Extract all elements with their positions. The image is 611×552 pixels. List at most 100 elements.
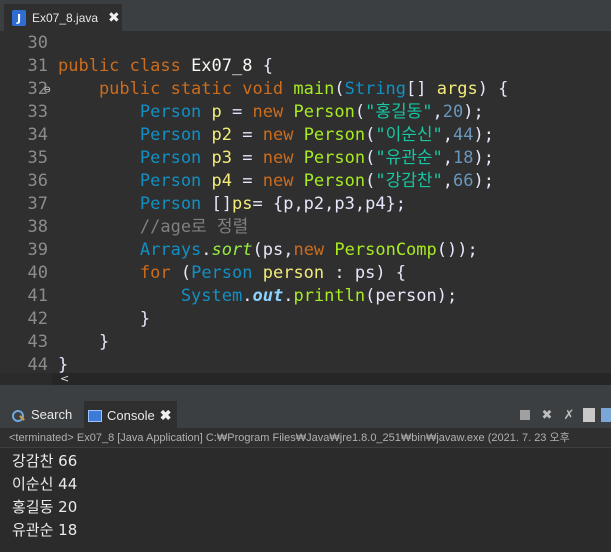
code-token: } <box>58 355 69 373</box>
line-number: 43 <box>27 332 48 352</box>
code-token: //age로 정렬 <box>58 217 249 237</box>
editor-tab-bar: J Ex07_8.java ✖ <box>0 0 611 32</box>
code-text: //age로 정렬 <box>58 216 248 239</box>
line-number: 37 <box>27 194 48 214</box>
code-text: Person p4 = new Person("강감찬",66); <box>58 170 494 193</box>
code-editor[interactable]: 30 31 public class Ex07_8 {32 ⊖ public stat… <box>0 32 611 373</box>
remove-all-terminated-icon[interactable]: ✗ <box>561 407 577 423</box>
console-output-line: 강감찬 66 <box>12 452 78 470</box>
code-token: } <box>58 332 110 352</box>
code-token: p <box>211 102 233 122</box>
code-line[interactable]: 39 Arrays.sort(ps,new PersonComp()); <box>6 239 611 262</box>
code-line[interactable]: 31 public class Ex07_8 { <box>6 55 611 78</box>
line-number: 30 <box>27 33 48 53</box>
code-text: public static void main(String[] args) { <box>58 78 508 101</box>
code-token: ( <box>365 125 376 145</box>
line-number: 32 <box>27 79 48 99</box>
pin-console-icon[interactable] <box>601 408 611 422</box>
code-text: Person p2 = new Person("이순신",44); <box>58 124 494 147</box>
tab-console[interactable]: Console ✖ <box>84 401 178 428</box>
code-token: , <box>442 148 453 168</box>
code-token: args <box>436 79 478 99</box>
code-token: 20 <box>442 102 464 122</box>
code-token: System <box>58 286 243 306</box>
code-token: Ex07_8 <box>191 56 263 76</box>
code-token: println <box>293 286 366 306</box>
code-line[interactable]: 32 ⊖ public static void main(String[] arg… <box>6 78 611 101</box>
horizontal-scrollbar[interactable] <box>52 373 611 385</box>
editor-tab-ex07-8[interactable]: J Ex07_8.java ✖ <box>4 4 122 32</box>
code-line[interactable]: 37 Person []ps= {p,p2,p3,p4}; <box>6 193 611 216</box>
remove-launch-icon[interactable]: ✖ <box>539 407 555 423</box>
code-line[interactable]: 44} <box>6 354 611 373</box>
console-output-line: 홍길동 20 <box>12 498 78 516</box>
code-token: Person <box>58 148 212 168</box>
code-line[interactable]: 36 Person p4 = new Person("강감찬",66); <box>6 170 611 193</box>
code-token: ); <box>473 148 494 168</box>
code-token: (person); <box>365 286 458 306</box>
close-icon[interactable]: ✖ <box>160 407 172 424</box>
code-token: , <box>442 171 453 191</box>
code-token: for <box>58 263 181 283</box>
code-line[interactable]: 35 Person p3 = new Person("유관순",18); <box>6 147 611 170</box>
code-token: main <box>293 79 335 99</box>
scroll-lock-icon[interactable] <box>583 408 595 422</box>
code-token: sort <box>211 240 253 260</box>
code-token: new <box>252 102 294 122</box>
code-token: ( <box>365 171 376 191</box>
code-token: PersonComp <box>334 240 437 260</box>
tab-search[interactable]: Search <box>10 401 72 428</box>
code-text: Arrays.sort(ps,new PersonComp()); <box>58 239 478 262</box>
code-line[interactable]: 33 Person p = new Person("홍길동",20); <box>6 101 611 124</box>
code-token: = <box>242 148 263 168</box>
code-token: ) { <box>477 79 509 99</box>
code-line[interactable]: 42 } <box>6 308 611 331</box>
code-token: [] <box>406 79 437 99</box>
code-token: p4 <box>211 171 243 191</box>
code-text: } <box>58 354 68 373</box>
line-number: 31 <box>27 56 48 76</box>
code-line[interactable]: 41 System.out.println(person); <box>6 285 611 308</box>
code-token: , <box>442 125 453 145</box>
code-token: 44 <box>453 125 474 145</box>
code-token: String <box>344 79 407 99</box>
code-token: Person <box>303 148 366 168</box>
line-number: 40 <box>27 263 48 283</box>
code-line[interactable]: 34 Person p2 = new Person("이순신",44); <box>6 124 611 147</box>
code-token: ); <box>473 125 494 145</box>
code-token: Person <box>58 102 212 122</box>
code-token: "홍길동" <box>365 102 433 122</box>
code-token: } <box>58 309 151 329</box>
code-area[interactable]: 30 31 public class Ex07_8 {32 ⊖ public stat… <box>6 32 611 373</box>
code-line[interactable]: 43 } <box>6 331 611 354</box>
console-output-line: 유관순 18 <box>12 521 78 539</box>
code-line[interactable]: 40 for (Person person : ps) { <box>6 262 611 285</box>
code-token: = <box>242 125 263 145</box>
search-icon <box>10 408 26 422</box>
code-token: ()); <box>436 240 478 260</box>
console-icon <box>88 409 102 422</box>
line-number: 44 <box>27 355 48 373</box>
scroll-left-arrow-icon[interactable]: < <box>60 372 69 385</box>
code-token: out <box>252 286 284 306</box>
terminate-icon[interactable] <box>517 407 533 423</box>
code-token: 66 <box>453 171 474 191</box>
line-number: 38 <box>27 217 48 237</box>
close-icon[interactable]: ✖ <box>108 10 120 26</box>
code-line[interactable]: 38 //age로 정렬 <box>6 216 611 239</box>
code-text: Person []ps= {p,p2,p3,p4}; <box>58 193 406 216</box>
editor-tab-label: Ex07_8.java <box>32 11 99 25</box>
fold-toggle-icon[interactable]: ⊖ <box>44 78 51 101</box>
code-token: ( <box>354 102 366 122</box>
code-line[interactable]: 30 <box>6 32 611 55</box>
code-token: Person <box>303 125 366 145</box>
panel-divider <box>0 385 611 401</box>
code-token: ( <box>180 263 192 283</box>
console-output[interactable]: 강감찬 66 이순신 44 홍길동 20 유관순 18 <box>0 448 611 552</box>
code-token: Person <box>58 194 212 214</box>
line-number: 36 <box>27 171 48 191</box>
tab-console-label: Console <box>107 408 155 423</box>
code-token: ( <box>334 79 345 99</box>
code-text: } <box>58 331 109 354</box>
code-token: = <box>232 102 253 122</box>
